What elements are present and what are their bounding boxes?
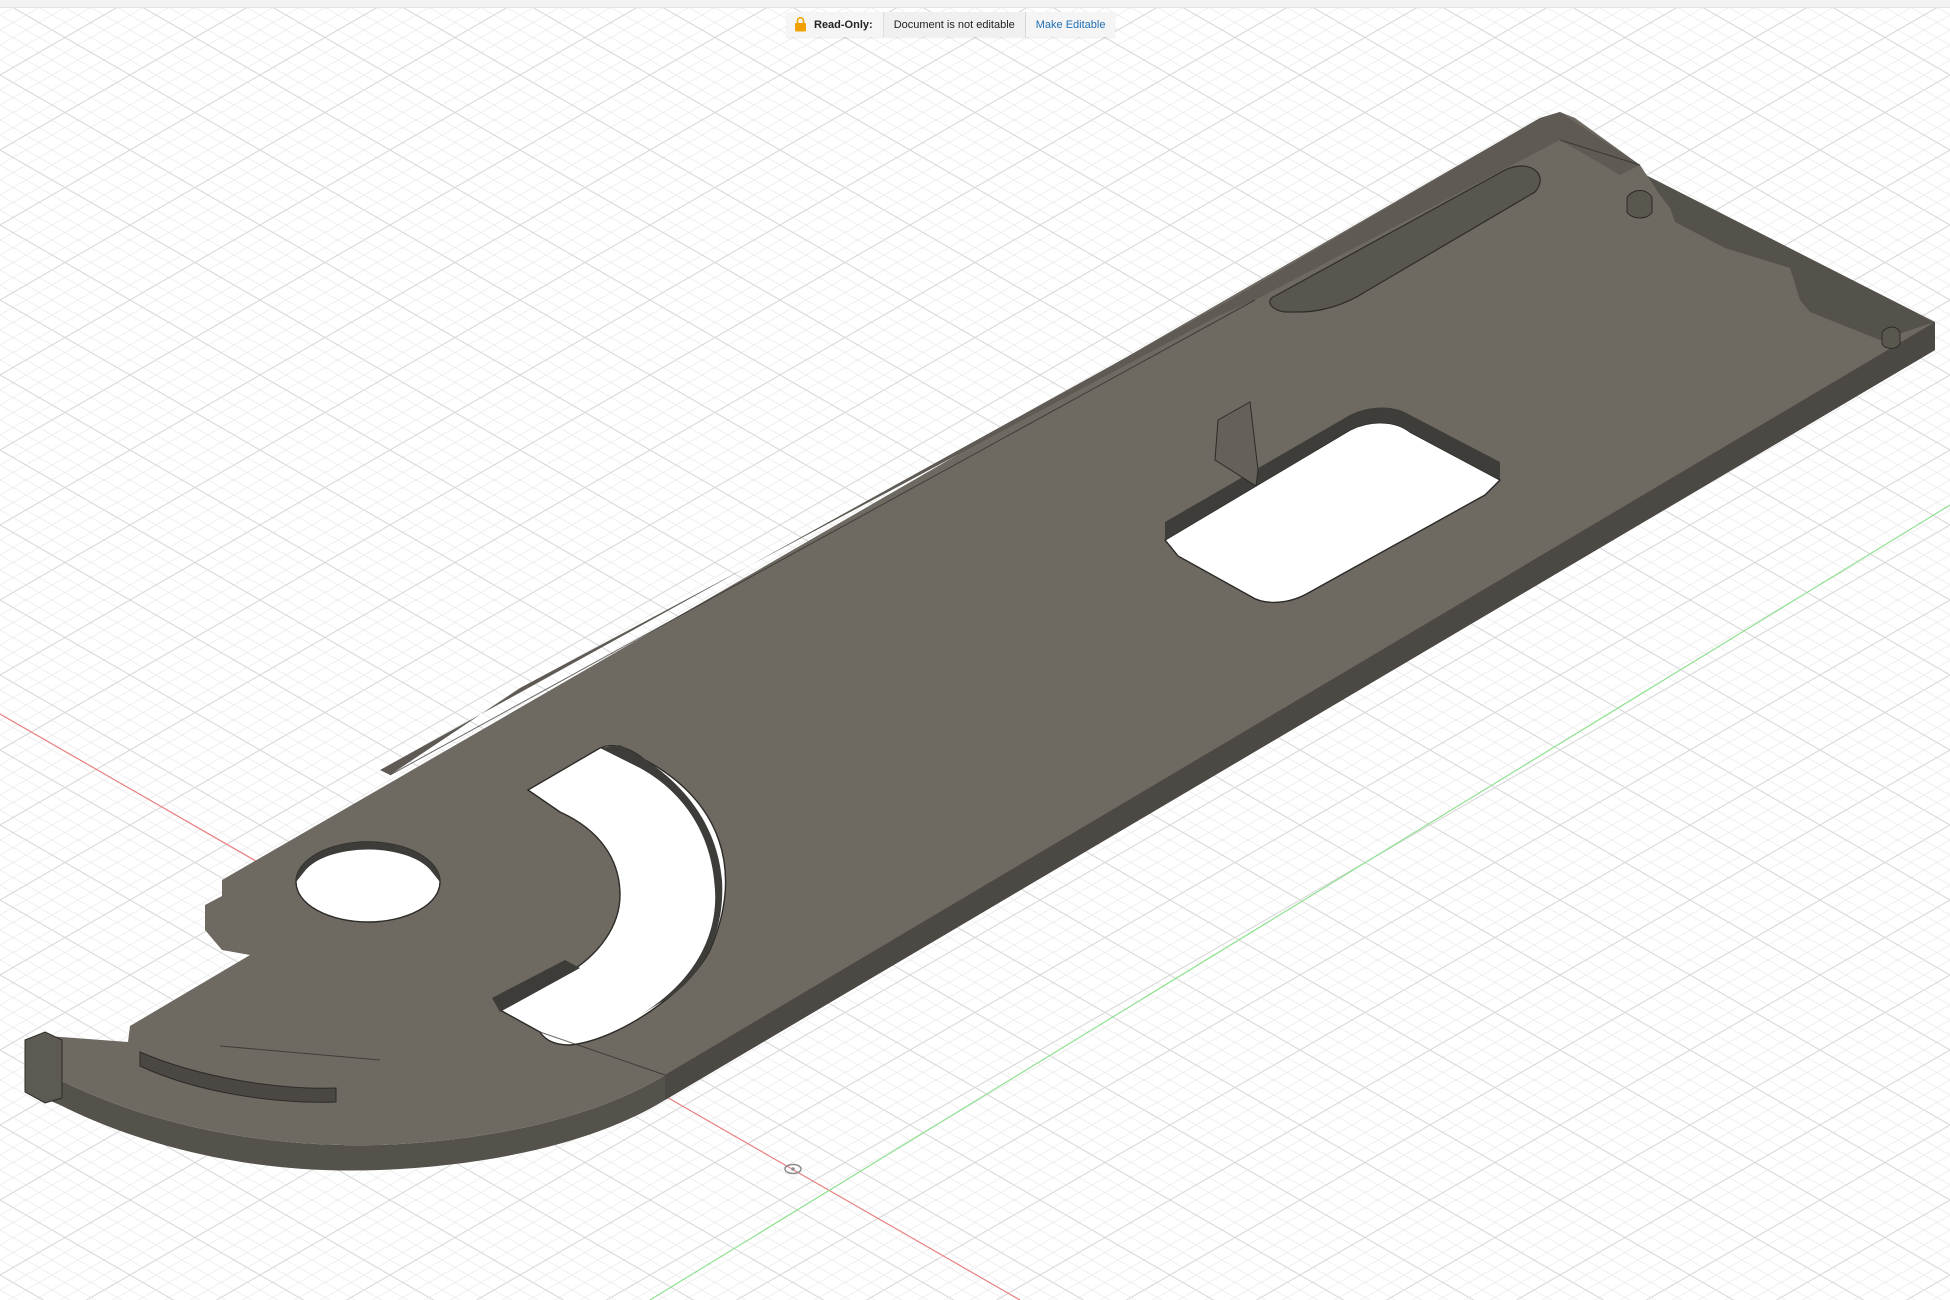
lock-icon [795, 17, 806, 32]
3d-viewport-scene[interactable] [0, 0, 1950, 1300]
model-end-pin-side [1881, 326, 1901, 349]
read-only-banner: Read-Only: Document is not editable Make… [786, 12, 1116, 37]
make-editable-button[interactable]: Make Editable [1024, 12, 1116, 37]
not-editable-message: Document is not editable [882, 12, 1025, 37]
read-only-label: Read-Only: [814, 18, 873, 31]
model-end-pin-top [1626, 190, 1653, 219]
read-only-status: Read-Only: [786, 12, 883, 37]
model-tip-hook [24, 1031, 63, 1104]
top-toolbar-edge [0, 0, 1950, 8]
origin-marker-icon[interactable] [783, 1163, 803, 1175]
canvas-viewport[interactable] [0, 0, 1950, 1300]
